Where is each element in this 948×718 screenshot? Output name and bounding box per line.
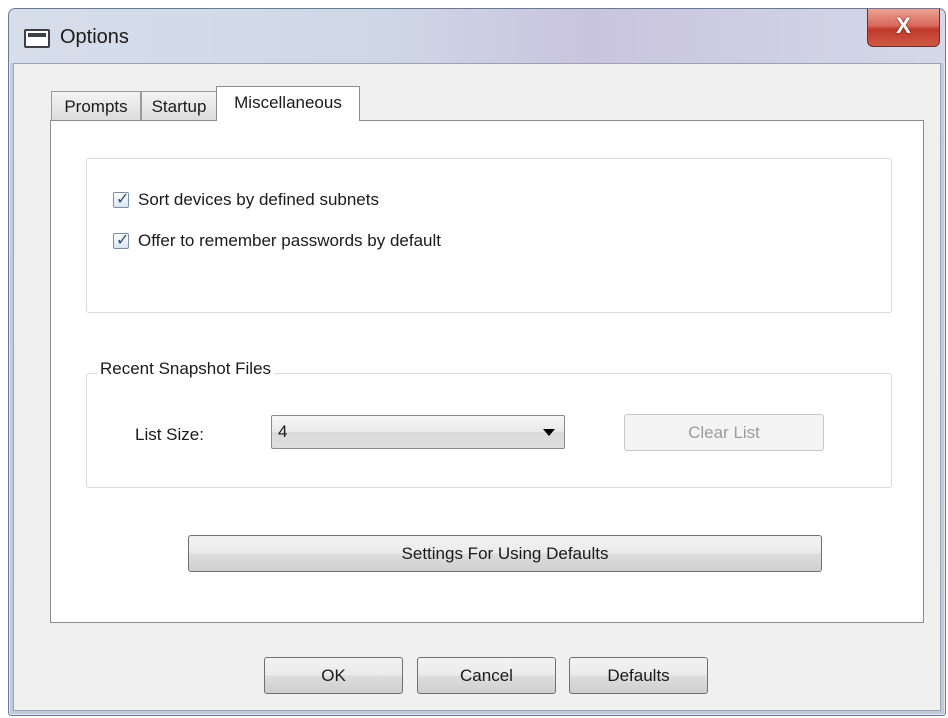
list-size-label: List Size: xyxy=(135,425,204,444)
settings-for-using-defaults-button[interactable]: Settings For Using Defaults xyxy=(188,535,822,572)
cancel-button[interactable]: Cancel xyxy=(417,657,556,694)
checkmark-icon: ✓ xyxy=(116,189,130,208)
close-icon: X xyxy=(896,13,911,38)
tab-miscellaneous[interactable]: Miscellaneous xyxy=(216,86,360,121)
defaults-button[interactable]: Defaults xyxy=(569,657,708,694)
sort-by-subnets-checkbox[interactable]: ✓ xyxy=(113,189,130,208)
ok-button[interactable]: OK xyxy=(264,657,403,694)
clear-list-button[interactable]: Clear List xyxy=(624,414,824,451)
checkmark-icon: ✓ xyxy=(116,230,130,249)
close-button[interactable]: X xyxy=(867,9,940,47)
tab-prompts[interactable]: Prompts xyxy=(51,91,141,120)
recent-snapshot-files-legend: Recent Snapshot Files xyxy=(97,359,275,379)
remember-passwords-checkbox[interactable]: ✓ xyxy=(113,230,130,249)
window-icon xyxy=(24,29,50,48)
chevron-down-icon xyxy=(543,429,555,436)
window-title: Options xyxy=(60,26,129,48)
options-dialog: Options X Prompts Startup Miscellaneous … xyxy=(8,8,946,716)
list-size-value: 4 xyxy=(278,422,288,441)
tab-startup[interactable]: Startup xyxy=(141,91,217,120)
dialog-body: Prompts Startup Miscellaneous ✓ Sort dev… xyxy=(13,63,941,711)
list-size-dropdown[interactable]: 4 xyxy=(271,415,565,449)
sort-by-subnets-option[interactable]: ✓ Sort devices by defined subnets xyxy=(113,189,379,210)
remember-passwords-option[interactable]: ✓ Offer to remember passwords by default xyxy=(113,230,441,251)
miscellaneous-panel: ✓ Sort devices by defined subnets ✓ Offe… xyxy=(50,120,924,623)
title-bar[interactable]: Options X xyxy=(9,9,945,63)
remember-passwords-label: Offer to remember passwords by default xyxy=(138,231,441,250)
sort-by-subnets-label: Sort devices by defined subnets xyxy=(138,190,379,209)
